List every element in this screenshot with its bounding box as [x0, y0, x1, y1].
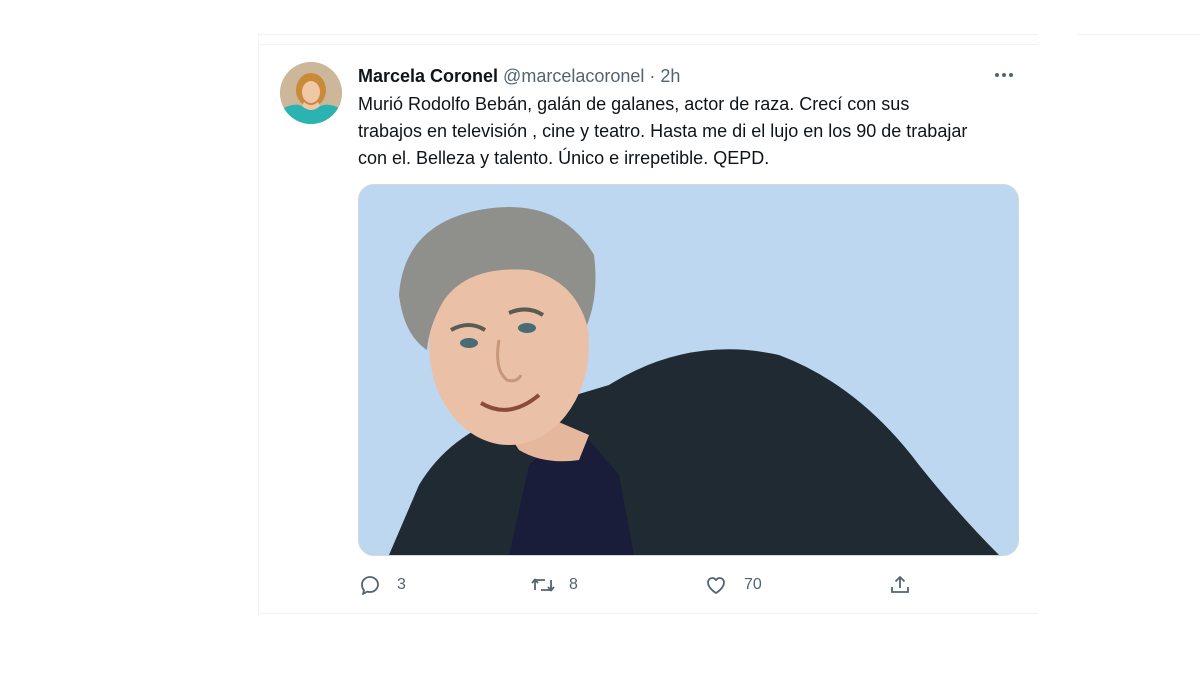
tweet-text: Murió Rodolfo Bebán, galán de galanes, a…: [358, 94, 968, 168]
more-dot: [995, 73, 999, 77]
page-divider-top: [258, 34, 1038, 35]
retweet-button[interactable]: 8: [530, 571, 578, 599]
more-options-icon[interactable]: [987, 63, 1021, 87]
share-icon: [891, 576, 909, 593]
avatar[interactable]: [280, 62, 342, 124]
tweet-header: Marcela Coronel @marcelacoronel · 2h: [358, 65, 680, 87]
header-separator: ·: [649, 65, 656, 86]
tweet-actions: 3 8 70: [358, 571, 918, 599]
page-divider-top-right: [1078, 34, 1200, 35]
author-handle[interactable]: @marcelacoronel: [503, 66, 644, 87]
more-dot: [1002, 73, 1006, 77]
tweet-photo[interactable]: [358, 184, 1019, 556]
reply-button[interactable]: 3: [358, 571, 406, 599]
more-dot: [1009, 73, 1013, 77]
share-button[interactable]: [888, 571, 912, 599]
retweet-count: 8: [569, 576, 578, 593]
reply-count: 3: [397, 576, 406, 593]
author-name[interactable]: Marcela Coronel: [358, 66, 498, 87]
like-icon: [707, 577, 725, 594]
like-count: 70: [744, 576, 762, 593]
like-button[interactable]: 70: [704, 571, 762, 599]
reply-icon: [361, 576, 379, 595]
retweet-icon: [531, 578, 555, 592]
tweet[interactable]: Marcela Coronel @marcelacoronel · 2h Mur…: [259, 44, 1038, 614]
tweet-timestamp[interactable]: 2h: [660, 66, 680, 87]
